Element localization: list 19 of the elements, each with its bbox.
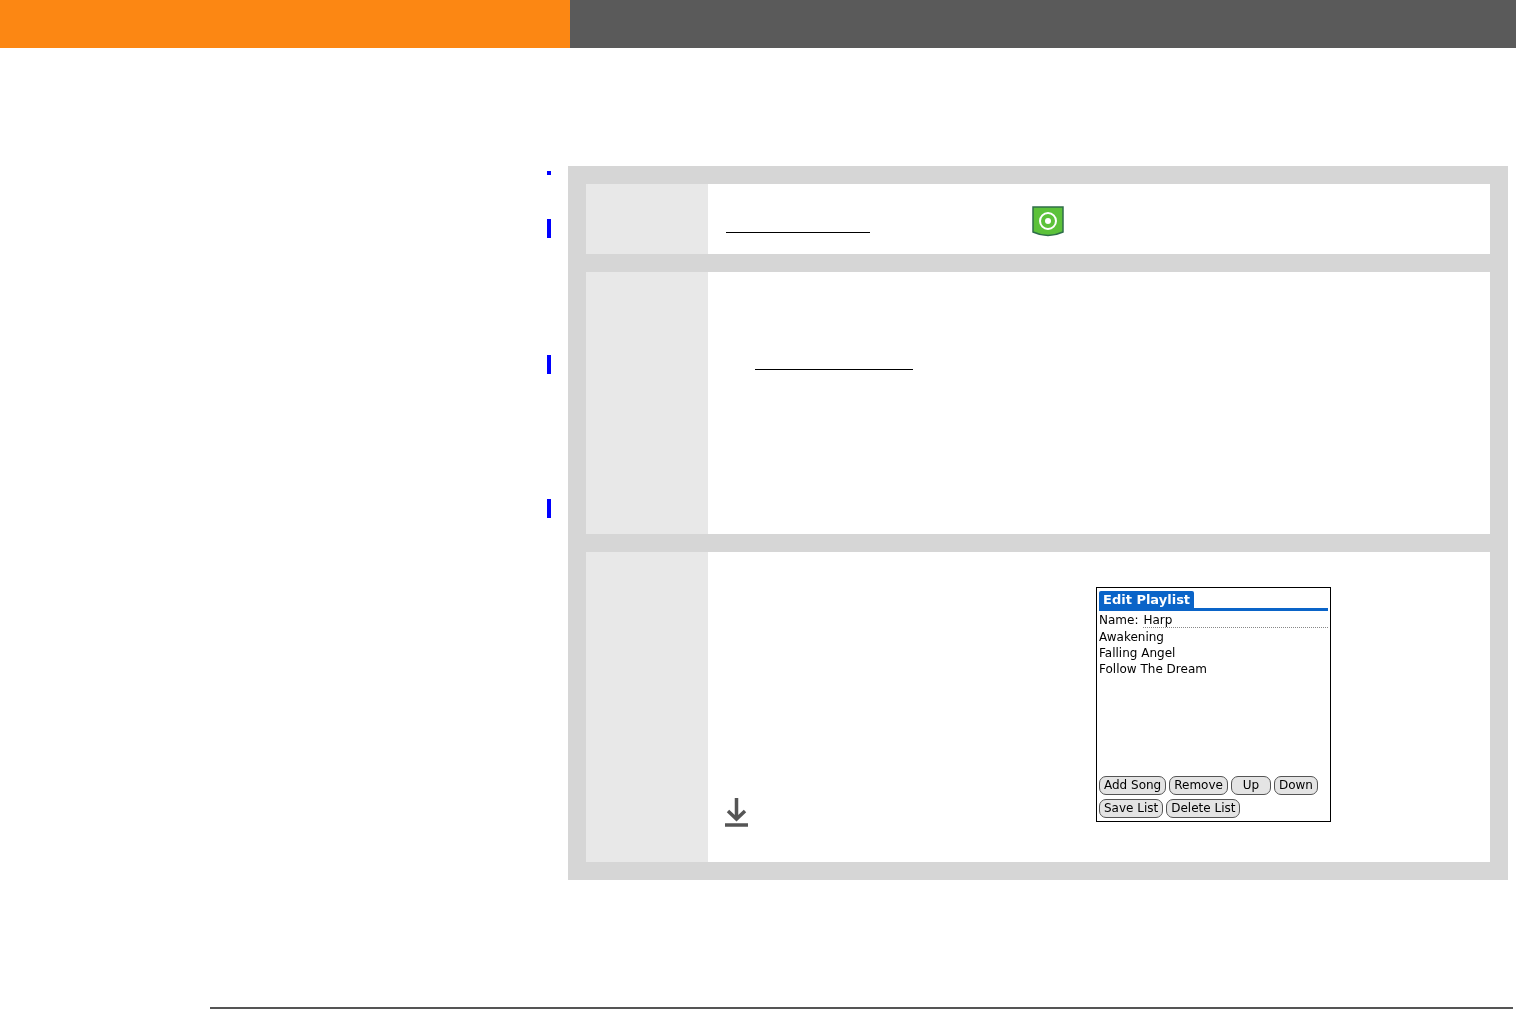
link-underline[interactable]	[755, 369, 913, 370]
device-button[interactable]: Up	[1230, 776, 1271, 795]
change-bar	[547, 355, 551, 374]
name-field[interactable]: Harp	[1143, 613, 1328, 628]
name-label: Name:	[1099, 613, 1139, 628]
device-button[interactable]: Remove	[1169, 776, 1228, 795]
link-underline[interactable]	[726, 232, 870, 233]
screen-title: Edit Playlist	[1099, 591, 1195, 608]
change-bar	[547, 219, 551, 238]
song-item[interactable]: Follow The Dream	[1099, 661, 1328, 677]
change-bar	[547, 171, 551, 175]
device-button[interactable]: Delete List	[1166, 799, 1241, 818]
change-bar	[547, 499, 551, 518]
song-item[interactable]: Falling Angel	[1099, 645, 1328, 661]
download-arrow-icon	[724, 797, 749, 827]
device-button[interactable]: Down	[1273, 776, 1318, 795]
song-item[interactable]: Awakening	[1099, 629, 1328, 645]
device-button[interactable]: Add Song	[1099, 776, 1167, 795]
device-button[interactable]: Save List	[1099, 799, 1164, 818]
